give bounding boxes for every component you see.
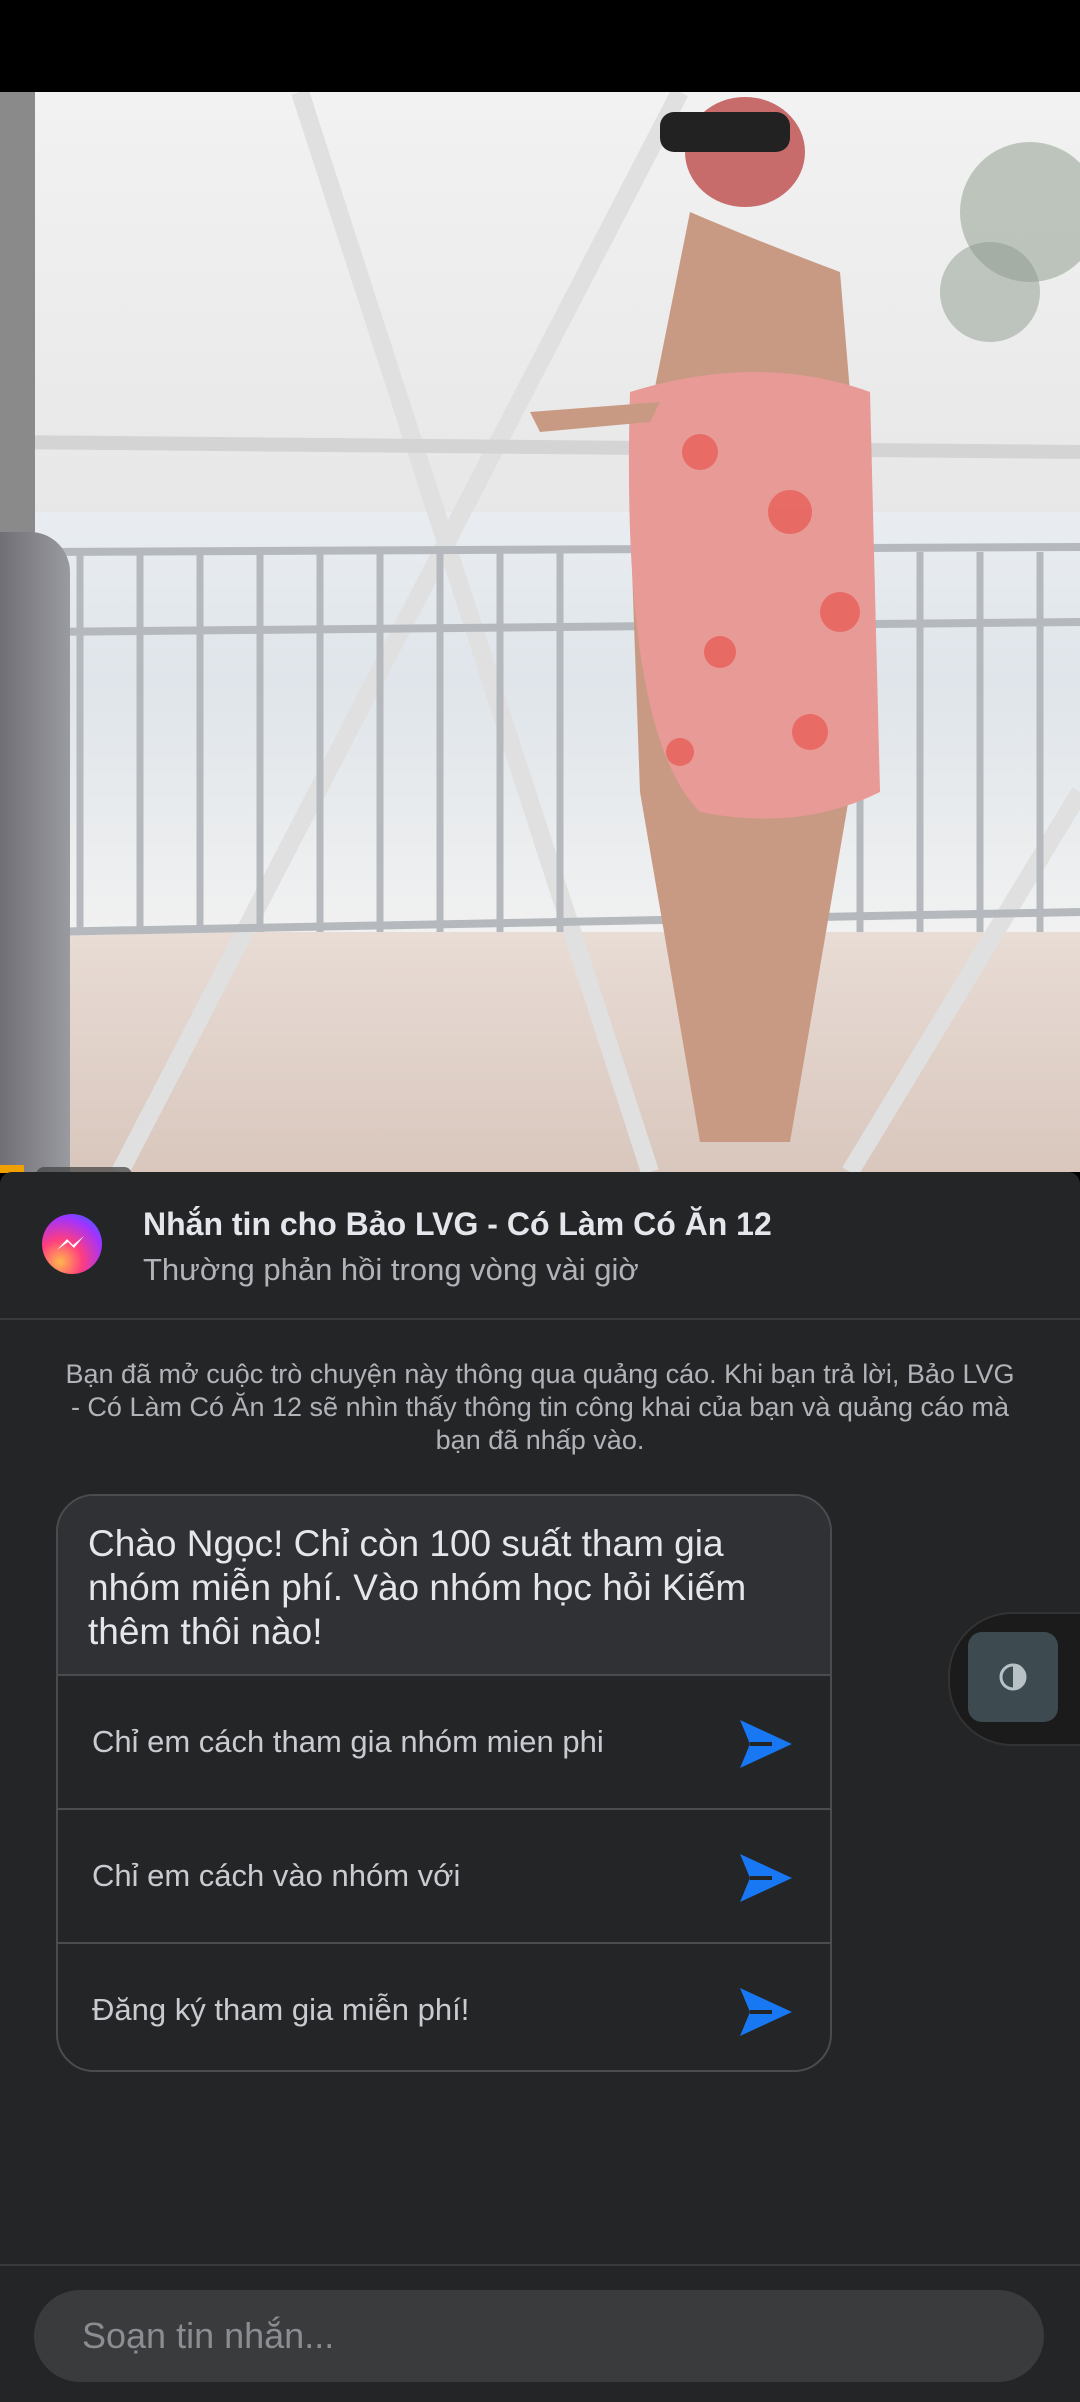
chat-header: Nhắn tin cho Bảo LVG - Có Làm Có Ăn 12 T… [0, 1172, 1080, 1320]
floating-side-toggle[interactable] [948, 1612, 1080, 1746]
messenger-icon [42, 1214, 102, 1274]
quick-reply-2[interactable]: Chỉ em cách vào nhóm với [58, 1808, 830, 1942]
contrast-toggle-button[interactable] [968, 1632, 1058, 1722]
greeting-message: Chào Ngọc! Chỉ còn 100 suất tham gia nhó… [58, 1496, 830, 1674]
send-icon [740, 1988, 792, 2036]
status-bar [0, 0, 1080, 92]
ad-notice-text: Bạn đã mở cuộc trò chuyện này thông qua … [65, 1359, 1015, 1455]
contrast-icon [999, 1663, 1027, 1691]
quick-reply-3[interactable]: Đăng ký tham gia miễn phí! [58, 1942, 830, 2070]
response-time-text: Thường phản hồi trong vòng vài giờ [143, 1252, 639, 1287]
quick-reply-card: Chào Ngọc! Chỉ còn 100 suất tham gia nhó… [56, 1494, 832, 2072]
send-icon [740, 1854, 792, 1902]
quick-reply-label: Đăng ký tham gia miễn phí! [92, 1992, 470, 2027]
ad-video[interactable]: 68 [0, 92, 1080, 1172]
message-input[interactable]: Soạn tin nhắn... [34, 2290, 1044, 2382]
composer-bar: Soạn tin nhắn... [0, 2264, 1080, 2402]
video-frame [0, 92, 1080, 1172]
quick-reply-1[interactable]: Chỉ em cách tham gia nhóm mien phi [58, 1674, 830, 1808]
messenger-chat-panel: Nhắn tin cho Bảo LVG - Có Làm Có Ăn 12 T… [0, 1172, 1080, 2402]
chat-title: Nhắn tin cho Bảo LVG - Có Làm Có Ăn 12 [143, 1206, 772, 1242]
quick-reply-label: Chỉ em cách vào nhóm với [92, 1858, 461, 1893]
send-icon [740, 1720, 792, 1768]
quick-reply-label: Chỉ em cách tham gia nhóm mien phi [92, 1724, 604, 1759]
